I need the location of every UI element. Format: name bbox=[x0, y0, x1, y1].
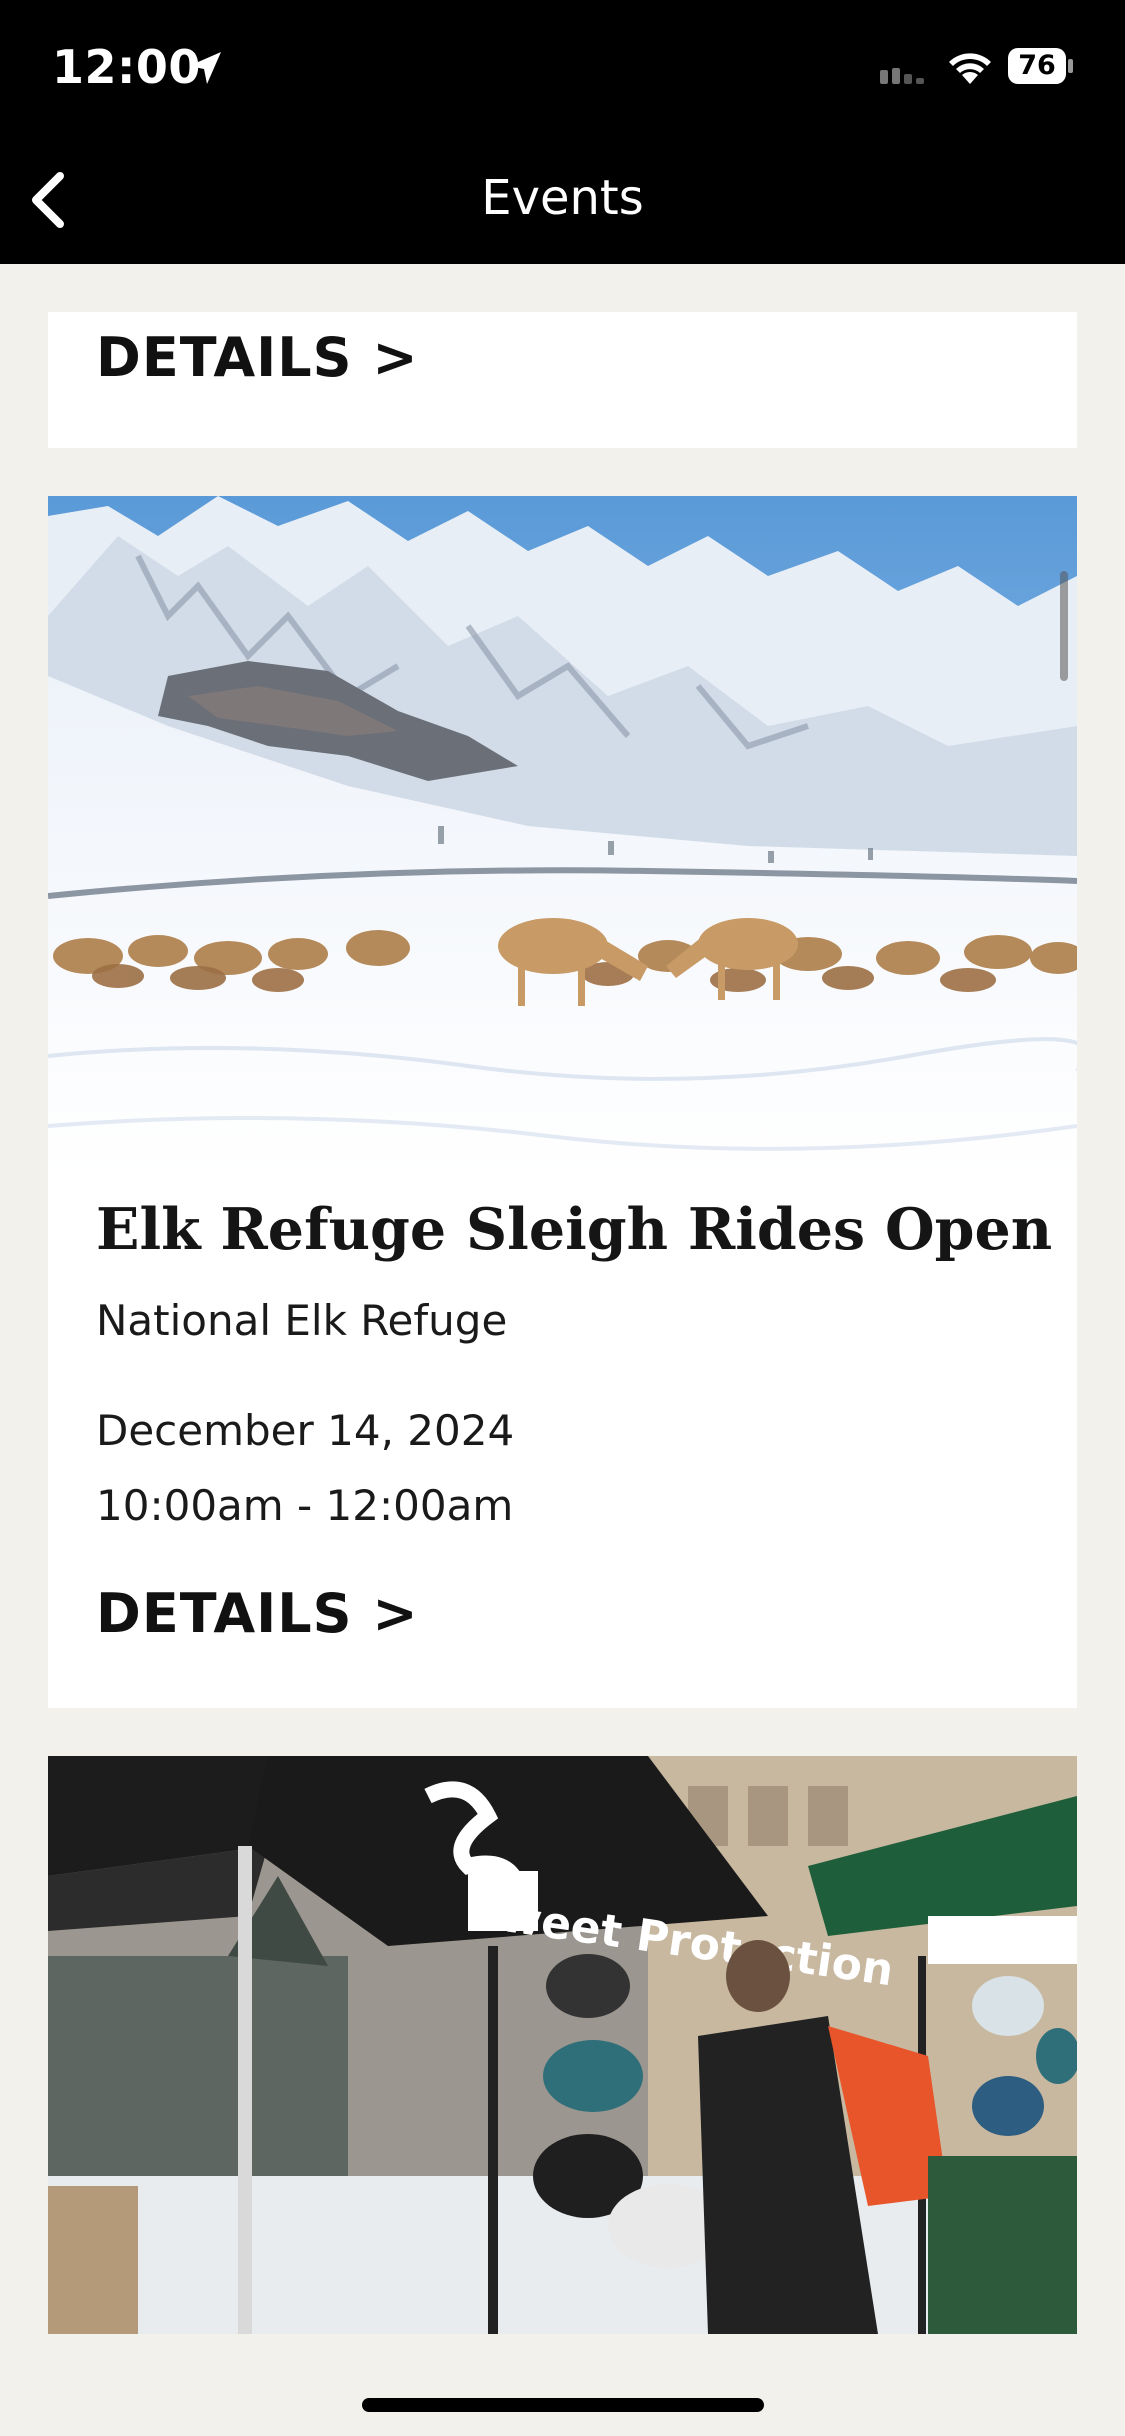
signal-icon bbox=[880, 68, 924, 84]
event-time: 10:00am - 12:00am bbox=[96, 1481, 514, 1530]
top-bar: 12:00 76 Events bbox=[0, 0, 1125, 264]
event-date: December 14, 2024 bbox=[96, 1406, 515, 1455]
event-image bbox=[48, 496, 1077, 1180]
event-card: DETAILS > bbox=[48, 312, 1077, 448]
location-arrow-icon bbox=[189, 52, 221, 84]
event-card[interactable]: Elk Refuge Sleigh Rides Open For… Nation… bbox=[48, 496, 1077, 1708]
battery-icon: 76 bbox=[1008, 48, 1074, 86]
status-time: 12:00 bbox=[52, 40, 201, 94]
details-link[interactable]: DETAILS > bbox=[96, 326, 419, 389]
battery-level: 76 bbox=[1018, 50, 1056, 81]
event-card[interactable]: Sweet Protection bbox=[48, 1756, 1077, 2334]
home-indicator bbox=[362, 2398, 764, 2412]
event-image: Sweet Protection bbox=[48, 1756, 1077, 2334]
details-link[interactable]: DETAILS > bbox=[96, 1582, 419, 1645]
wifi-icon bbox=[949, 53, 991, 84]
page-title: Events bbox=[481, 170, 644, 226]
event-title[interactable]: Elk Refuge Sleigh Rides Open For… bbox=[96, 1196, 1056, 1263]
event-venue: National Elk Refuge bbox=[96, 1296, 508, 1345]
